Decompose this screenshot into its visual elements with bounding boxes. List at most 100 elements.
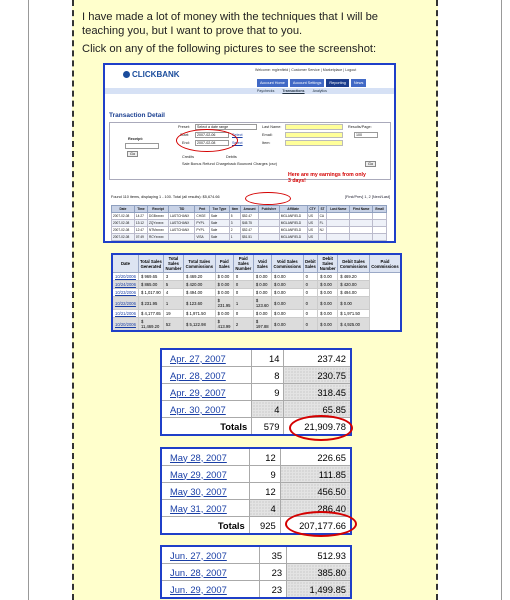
table-cell: $ 0.00 [270, 296, 304, 310]
column-header[interactable]: Paid Commissions [368, 253, 402, 273]
column-header[interactable]: Void Sales [252, 253, 272, 273]
date-link[interactable]: 10/20/2006 [111, 272, 139, 281]
date-link[interactable]: Jun. 27, 2007 [160, 545, 260, 564]
date-link[interactable]: Jun. 29, 2007 [160, 580, 260, 599]
column-header[interactable]: Affiliate [278, 205, 308, 213]
table-cell: ZQYxxxxx [146, 219, 170, 227]
table-cell: 0 [302, 272, 319, 281]
table-cell: 0 [302, 296, 319, 310]
right-border-line [501, 0, 502, 600]
subnav-paychecks[interactable]: Paychecks [257, 89, 274, 93]
receipt-input[interactable] [125, 143, 159, 149]
sales-amount: 286.40 [279, 499, 352, 517]
table-row: May 29, 2007 9 111.85 [160, 465, 352, 483]
date-link[interactable]: 10/23/2006 [111, 288, 139, 297]
date-link[interactable]: Apr. 28, 2007 [160, 366, 253, 384]
table-cell: US [306, 219, 319, 227]
totals-count: 579 [251, 417, 285, 436]
column-header[interactable]: CTY [306, 205, 319, 213]
email-label: Email: [262, 133, 273, 137]
date-link[interactable]: 10/24/2006 [111, 280, 139, 289]
april-sales-table[interactable]: Apr. 27, 2007 14 237.42 Apr. 28, 2007 8 230.7… [160, 348, 352, 436]
column-header[interactable]: Email [372, 205, 387, 213]
receipt-go-button[interactable]: Go [127, 151, 139, 157]
table-cell: $ 413.99 [214, 317, 234, 332]
table-row: Apr. 28, 2007 8 230.75 [160, 366, 352, 384]
nav-account-settings[interactable]: Account Settings [289, 79, 325, 87]
table-cell: FL [317, 219, 328, 227]
date-link[interactable]: Apr. 29, 2007 [160, 383, 253, 401]
column-header[interactable]: Publisher [257, 205, 280, 213]
totals-amount: 207,177.66 [279, 516, 352, 535]
column-header[interactable]: First Name [349, 205, 374, 213]
column-header[interactable]: Item [228, 205, 242, 213]
date-link[interactable]: Apr. 30, 2007 [160, 400, 253, 418]
table-cell [349, 233, 374, 241]
filter-go-button[interactable]: Go [365, 161, 377, 167]
clickbank-nav: Account Home Account Settings Reporting … [257, 79, 367, 87]
totals-amount: 21,909.78 [283, 417, 352, 436]
results-page-select[interactable]: 100 [354, 132, 378, 138]
date-link[interactable]: Apr. 27, 2007 [160, 348, 253, 367]
column-header[interactable]: Total Sales Commissions [182, 253, 216, 273]
nav-reporting[interactable]: Reporting [326, 79, 349, 87]
date-link[interactable]: 10/21/2006 [111, 309, 139, 318]
table-cell: RCYxxxxx [146, 233, 170, 241]
may-sales-table[interactable]: May 28, 2007 12 226.65 May 29, 2007 9 111.85 M… [160, 447, 352, 535]
daily-summary-table[interactable]: Date Total Sales Generated Total Sales Num… [111, 253, 402, 332]
pagination-links[interactable]: [First/Prev] 1, 2 [Next/Last] [345, 195, 390, 199]
date-link[interactable]: May 29, 2007 [160, 465, 250, 483]
column-header[interactable]: Debit Sales Commissions [337, 253, 370, 273]
email-input[interactable] [285, 132, 343, 138]
totals-row: Totals 925 207,177.66 [160, 516, 352, 535]
item-input[interactable] [285, 140, 343, 146]
table-cell: $ 4,177.65 [137, 309, 164, 318]
column-header[interactable]: Date [111, 253, 139, 273]
subnav-transactions[interactable]: Transactions [282, 89, 304, 93]
table-row: 10/23/2006 $ 1,017.90 4 $ 494.00 $ 0.00 0 $ 0.… [111, 288, 401, 297]
date-link[interactable]: 10/20/2006 [111, 317, 139, 332]
nav-account-home[interactable]: Account Home [257, 79, 288, 87]
column-header[interactable]: Paid Sales Number [232, 253, 254, 273]
subnav-analytics[interactable]: Analytics [313, 89, 327, 93]
date-link[interactable]: May 30, 2007 [160, 482, 250, 500]
date-link[interactable]: Jun. 28, 2007 [160, 563, 260, 581]
sales-count: 12 [248, 482, 281, 500]
date-link[interactable]: May 31, 2007 [160, 499, 250, 517]
table-cell: Sale [208, 219, 230, 227]
column-header[interactable]: Amount [240, 205, 259, 213]
nav-news[interactable]: News [350, 79, 367, 87]
clickbank-screenshot[interactable]: CLICKBANK Welcome: mglenfield | Customer… [103, 63, 396, 243]
column-header[interactable]: Total Sales Generated [137, 253, 164, 273]
last-name-label: Last Name: [262, 125, 282, 129]
table-cell: 0 [232, 309, 254, 318]
table-cell: $51.51 [240, 233, 259, 241]
column-header[interactable]: Txn Type [208, 205, 230, 213]
june-sales-table[interactable]: Jun. 27, 2007 35 512.93 Jun. 28, 2007 23 385.… [160, 545, 352, 599]
receipt-label: Receipt: [128, 137, 143, 141]
column-header[interactable]: Debit Sales [302, 253, 319, 273]
column-header[interactable]: Total Sales Number [162, 253, 184, 273]
column-header[interactable]: Debit Sales Number [317, 253, 339, 273]
column-header[interactable]: Pmt [194, 205, 210, 213]
date-link[interactable]: 10/22/2006 [111, 296, 139, 310]
table-cell: 3 [228, 219, 242, 227]
column-header[interactable]: Date [111, 205, 135, 213]
column-header[interactable]: Paid Sales [214, 253, 234, 273]
table-cell: $ 0.00 [214, 272, 234, 281]
column-header[interactable]: Time [133, 205, 148, 213]
table-cell: 52 [162, 317, 184, 332]
instruction-text: Click on any of the following pictures t… [82, 43, 377, 55]
table-cell: $ 0.00 [214, 280, 234, 289]
column-header[interactable]: Receipt [146, 205, 170, 213]
column-header[interactable]: Void Sales Commissions [270, 253, 304, 273]
last-name-input[interactable] [285, 124, 343, 130]
date-link[interactable]: May 28, 2007 [160, 447, 250, 466]
column-header[interactable]: TID [168, 205, 196, 213]
table-cell: 0 [232, 272, 254, 281]
column-header[interactable]: Last Name [326, 205, 351, 213]
transaction-type-checkboxes[interactable]: Sale Bonus Refund Chargeback Bounced Cha… [182, 162, 277, 166]
table-row: Apr. 27, 2007 14 237.42 [160, 348, 352, 367]
totals-row: Totals 579 21,909.78 [160, 417, 352, 436]
column-header[interactable]: ST [317, 205, 328, 213]
